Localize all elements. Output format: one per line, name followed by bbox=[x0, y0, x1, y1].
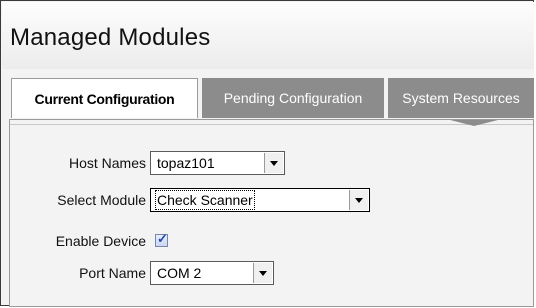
chevron-down-icon[interactable] bbox=[253, 263, 272, 283]
port-name-select[interactable]: COM 2 bbox=[150, 261, 274, 285]
page-title: Managed Modules bbox=[10, 24, 211, 51]
port-name-value: COM 2 bbox=[157, 265, 202, 281]
tab-current-configuration[interactable]: Current Configuration bbox=[11, 78, 198, 118]
tab-strip: Current Configuration Pending Configurat… bbox=[2, 69, 534, 119]
managed-modules-window: Managed Modules Current Configuration Pe… bbox=[0, 0, 534, 307]
enable-device-label: Enable Device bbox=[55, 233, 146, 249]
tab-system-resources[interactable]: System Resources bbox=[388, 78, 534, 118]
host-names-label: Host Names bbox=[68, 155, 146, 171]
chevron-down-icon[interactable] bbox=[264, 153, 283, 173]
tab-notch bbox=[450, 120, 498, 126]
title-bar: Managed Modules bbox=[2, 2, 534, 69]
check-icon: ✓ bbox=[157, 231, 168, 246]
select-module-value: Check Scanner bbox=[155, 190, 255, 210]
host-names-value: topaz101 bbox=[157, 155, 215, 171]
select-module-select[interactable]: Check Scanner bbox=[150, 188, 370, 212]
host-names-select[interactable]: topaz101 bbox=[150, 151, 285, 175]
chevron-down-icon[interactable] bbox=[349, 190, 368, 210]
configuration-panel: Host Names topaz101 Select Module Check … bbox=[9, 119, 534, 307]
enable-device-checkbox[interactable]: ✓ bbox=[155, 231, 168, 247]
port-name-label: Port Name bbox=[79, 265, 146, 281]
tab-pending-configuration[interactable]: Pending Configuration bbox=[202, 78, 384, 118]
select-module-label: Select Module bbox=[57, 192, 146, 208]
